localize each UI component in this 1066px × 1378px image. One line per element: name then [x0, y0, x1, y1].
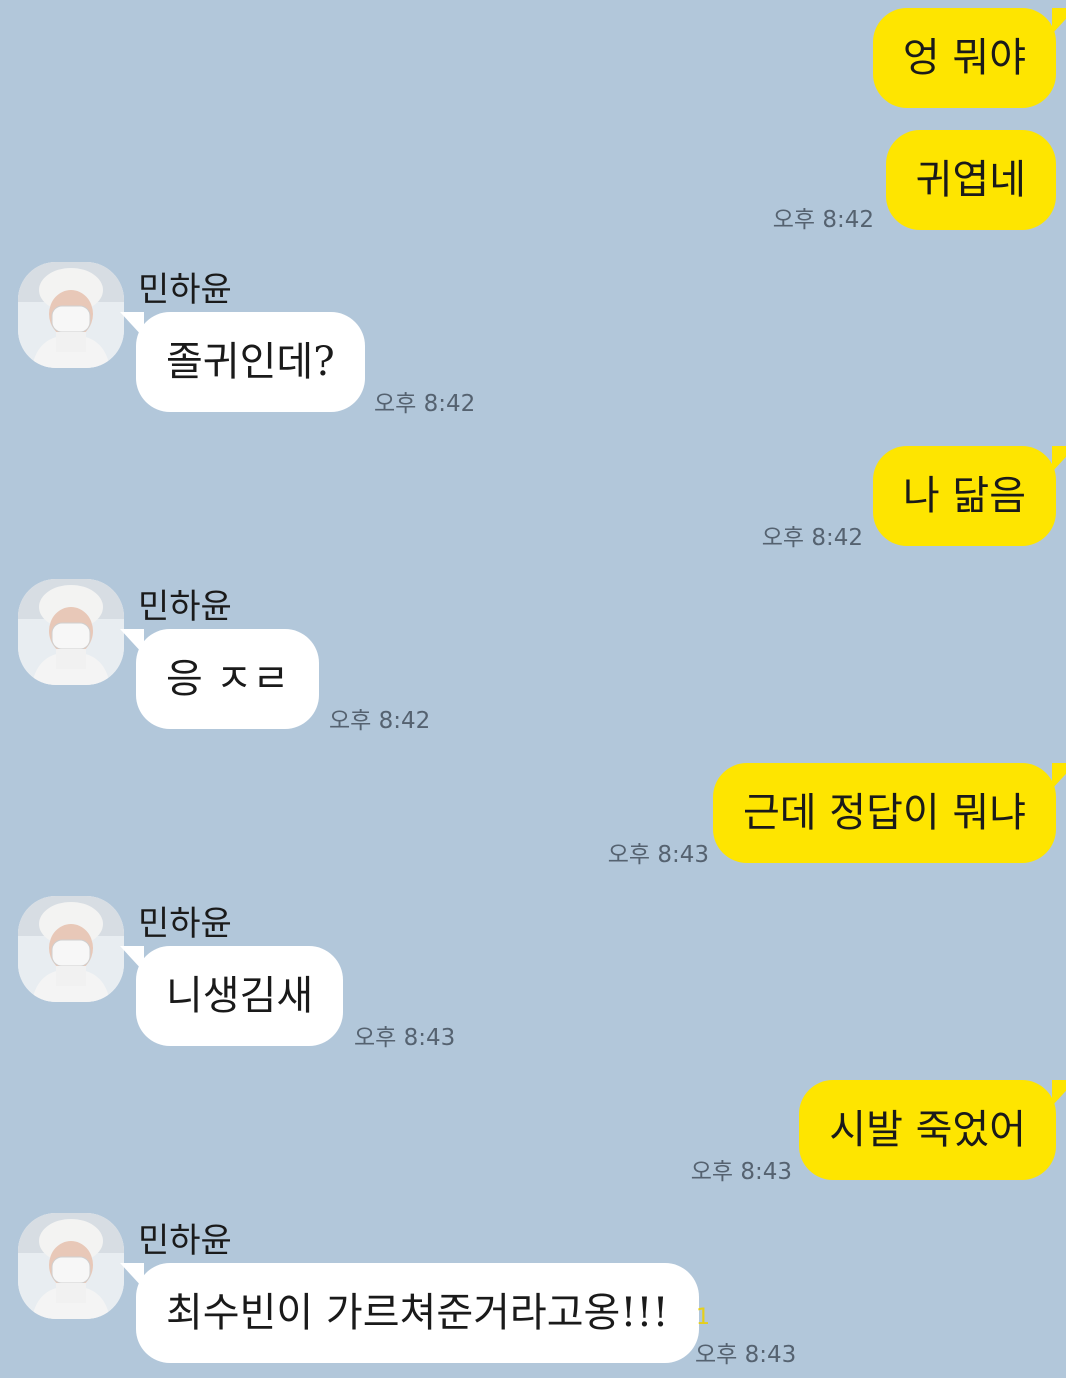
message-time: 오후 8:43 — [607, 842, 709, 868]
their-message-bubble[interactable]: 최수빈이 가르쳐준거라고옹!!! — [120, 1263, 699, 1363]
sender-name: 민하윤 — [138, 587, 232, 627]
unread-count-badge: 1 — [696, 1305, 710, 1330]
their-message-bubble[interactable]: 응 ㅈㄹ — [119, 629, 320, 729]
message-text: 근데 정답이 뭐냐 — [742, 790, 1026, 836]
message-text: 나 닮음 — [902, 473, 1026, 519]
profile-avatar-icon[interactable] — [18, 1213, 124, 1319]
profile-avatar-icon[interactable] — [18, 896, 124, 1002]
message-time: 오후 8:43 — [695, 1342, 797, 1368]
message-time: 오후 8:42 — [772, 207, 874, 233]
message-text: 니생김새 — [166, 973, 314, 1019]
sender-name: 민하윤 — [138, 904, 232, 944]
profile-avatar-icon[interactable] — [18, 579, 124, 685]
message-text: 엉 뭐야 — [902, 35, 1026, 81]
sender-name: 민하윤 — [138, 270, 232, 310]
my-message-bubble[interactable]: 귀엽네 — [885, 130, 1056, 230]
message-time: 오후 8:43 — [354, 1025, 456, 1051]
their-message-bubble[interactable]: 졸귀인데? — [120, 312, 365, 412]
their-message-bubble[interactable]: 니생김새 — [119, 946, 344, 1046]
my-message-bubble[interactable]: 시발 죽었어 — [799, 1080, 1056, 1180]
my-message-bubble[interactable]: 엉 뭐야 — [872, 8, 1056, 108]
my-message-bubble[interactable]: 근데 정답이 뭐냐 — [712, 763, 1056, 863]
message-text: 졸귀인데? — [166, 339, 335, 385]
message-text: 귀엽네 — [915, 157, 1026, 203]
message-text: 응 ㅈㄹ — [166, 656, 290, 702]
profile-avatar-icon[interactable] — [18, 262, 124, 368]
sender-name: 민하윤 — [138, 1221, 232, 1261]
message-text: 최수빈이 가르쳐준거라고옹!!! — [166, 1290, 669, 1336]
message-time: 오후 8:42 — [374, 391, 476, 417]
message-text: 시발 죽었어 — [829, 1107, 1026, 1153]
message-time: 오후 8:43 — [690, 1159, 792, 1185]
message-time: 오후 8:42 — [329, 708, 431, 734]
chat-screen: { "chat": { "sender_name": "민하윤", "messa… — [0, 0, 1066, 1378]
my-message-bubble[interactable]: 나 닮음 — [872, 446, 1056, 546]
message-time: 오후 8:42 — [761, 525, 863, 551]
